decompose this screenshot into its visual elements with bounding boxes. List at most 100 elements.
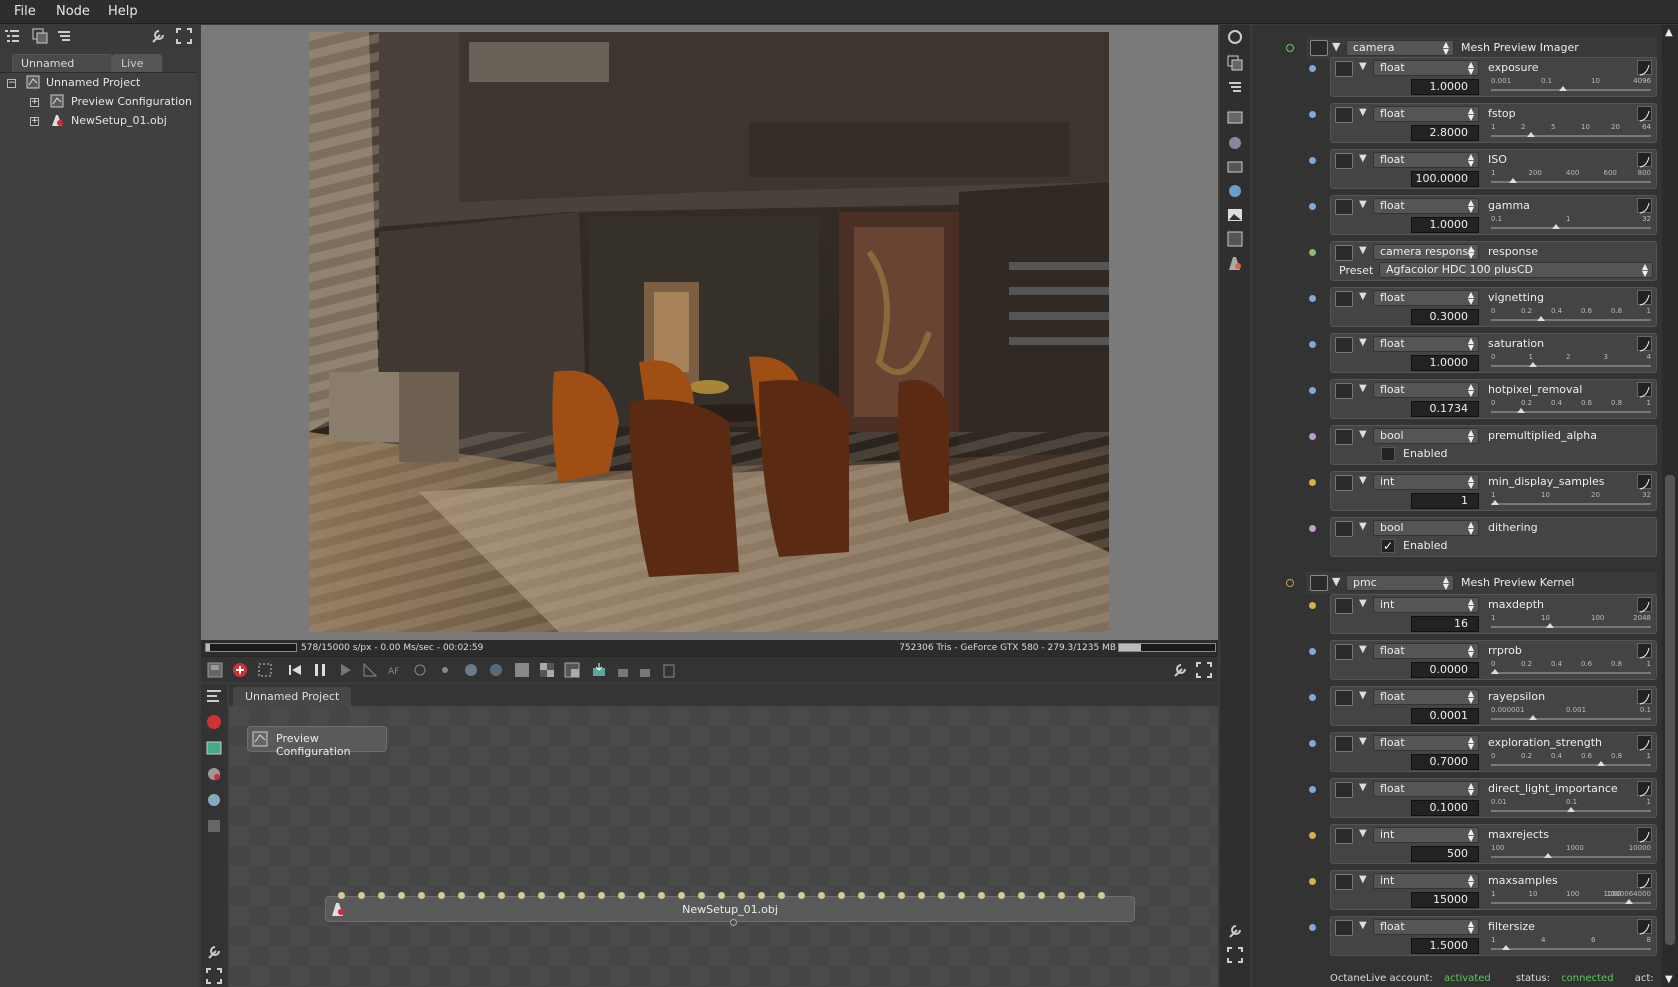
node-input-pin[interactable] (958, 892, 965, 899)
param-type-icon[interactable] (1335, 598, 1353, 614)
param-type-select[interactable]: int ▲ ▼ (1373, 827, 1479, 843)
collapse-triangle-icon[interactable]: ▼ (1359, 828, 1367, 839)
node-input-pin[interactable] (458, 892, 465, 899)
param-type-select[interactable]: float ▲ ▼ (1373, 106, 1479, 122)
node-input-pin[interactable] (858, 892, 865, 899)
collapse-triangle-icon[interactable]: ▼ (1359, 199, 1367, 210)
param-pin[interactable] (1309, 341, 1316, 348)
slider-knob[interactable] (1559, 86, 1568, 91)
node-input-pin[interactable] (498, 892, 505, 899)
group-header-kernel[interactable]: ▼ pmc ▲ ▼ Mesh Preview Kernel (1286, 572, 1657, 594)
collapse-toggle[interactable]: − (7, 79, 16, 88)
node-graph-canvas[interactable]: Preview Configuration NewSetup_01.obj (229, 706, 1218, 987)
param-slider[interactable]: 0 0.2 0.4 0.6 0.8 1 (1491, 752, 1651, 770)
collapse-triangle-icon[interactable]: ▼ (1359, 429, 1367, 440)
param-pin[interactable] (1309, 295, 1316, 302)
param-type-icon[interactable] (1335, 920, 1353, 936)
node-input-pin[interactable] (1038, 892, 1045, 899)
checker-icon[interactable] (539, 662, 555, 678)
geometry-node-icon[interactable] (206, 818, 222, 834)
node-list-icon[interactable] (206, 688, 222, 704)
pause-icon[interactable] (312, 662, 328, 678)
node-input-pin[interactable] (478, 892, 485, 899)
curve-icon[interactable] (1637, 781, 1652, 797)
collapse-triangle-icon[interactable]: ▼ (1359, 153, 1367, 164)
slider-knob[interactable] (1527, 132, 1536, 137)
node-input-pin[interactable] (1058, 892, 1065, 899)
node-input-pin[interactable] (718, 892, 725, 899)
node-input-pin[interactable] (418, 892, 425, 899)
menu-help[interactable]: Help (108, 4, 138, 19)
param-value-field[interactable]: 0.0001 (1411, 708, 1479, 724)
inspector-sky-icon[interactable] (1227, 183, 1243, 199)
param-slider[interactable]: 1 10 20 32 (1491, 491, 1651, 509)
grid-icon[interactable] (514, 662, 530, 678)
inspector-mesh-icon[interactable] (1227, 255, 1243, 271)
inspector-imager-icon[interactable] (1227, 159, 1243, 175)
curve-icon[interactable] (1637, 643, 1652, 659)
texture-node-icon[interactable] (206, 792, 222, 808)
param-pin[interactable] (1309, 525, 1316, 532)
curve-icon[interactable] (1637, 827, 1652, 843)
collapse-triangle-icon[interactable]: ▼ (1359, 598, 1367, 609)
tab-node-graph-project[interactable]: Unnamed Project (233, 687, 352, 706)
node-input-pin[interactable] (738, 892, 745, 899)
node-input-pin[interactable] (438, 892, 445, 899)
param-slider[interactable]: 0.1 1 32 (1491, 215, 1651, 233)
param-pin[interactable] (1309, 387, 1316, 394)
param-pin[interactable] (1309, 740, 1316, 747)
wrench-icon[interactable] (150, 28, 166, 44)
node-input-pin[interactable] (618, 892, 625, 899)
param-type-icon[interactable] (1335, 644, 1353, 660)
inspector-image-icon[interactable] (1227, 207, 1243, 223)
node-input-pin[interactable] (878, 892, 885, 899)
collapse-triangle-icon[interactable]: ▼ (1359, 107, 1367, 118)
param-slider[interactable]: 1 200 400 600 800 (1491, 169, 1651, 187)
param-pin[interactable] (1309, 111, 1316, 118)
node-input-pin[interactable] (338, 892, 345, 899)
curve-icon[interactable] (1637, 336, 1652, 352)
decal-icon[interactable] (637, 662, 653, 678)
collapse-triangle-icon[interactable]: ▼ (1332, 575, 1340, 588)
camera-orbit-icon[interactable] (412, 662, 428, 678)
curve-icon[interactable] (1637, 597, 1652, 613)
node-input-pin[interactable] (998, 892, 1005, 899)
node-input-pin[interactable] (398, 892, 405, 899)
param-slider[interactable]: 0 0.2 0.4 0.6 0.8 1 (1491, 307, 1651, 325)
param-value-field[interactable]: 1.5000 (1411, 938, 1479, 954)
slider-knob[interactable] (1491, 500, 1499, 505)
param-value-field[interactable]: 15000 (1411, 892, 1479, 908)
param-type-icon[interactable] (1335, 61, 1353, 77)
menu-node[interactable]: Node (56, 4, 90, 19)
export-icon[interactable] (591, 662, 607, 678)
tree-root[interactable]: Unnamed Project (26, 74, 140, 92)
scroll-up-icon[interactable]: ▲ (1665, 27, 1673, 38)
collapse-triangle-icon[interactable]: ▼ (1359, 245, 1367, 256)
node-input-pin[interactable] (798, 892, 805, 899)
inspector-scrollbar[interactable]: ▲ ▼ (1662, 25, 1678, 987)
node-input-pin[interactable] (838, 892, 845, 899)
collapse-triangle-icon[interactable]: ▼ (1359, 644, 1367, 655)
material-picker-icon[interactable] (463, 662, 479, 678)
param-type-select[interactable]: float ▲ ▼ (1373, 152, 1479, 168)
param-pin[interactable] (1309, 648, 1316, 655)
node-mesh[interactable]: NewSetup_01.obj (325, 892, 1135, 926)
collapse-triangle-icon[interactable]: ▼ (1359, 782, 1367, 793)
slider-knob[interactable] (1536, 316, 1545, 321)
param-type-select[interactable]: float ▲ ▼ (1373, 198, 1479, 214)
clay-mode-icon[interactable] (661, 662, 677, 678)
collapse-triangle-icon[interactable]: ▼ (1359, 383, 1367, 394)
curve-icon[interactable] (1637, 689, 1652, 705)
param-pin[interactable] (1309, 602, 1316, 609)
tab-live-db[interactable]: Live DB (112, 54, 162, 88)
viewport-wrench-icon[interactable] (1172, 662, 1188, 678)
curve-icon[interactable] (1637, 735, 1652, 751)
param-type-icon[interactable] (1335, 429, 1353, 445)
collapse-triangle-icon[interactable]: ▼ (1359, 61, 1367, 72)
param-type-select[interactable]: camera response ▲ ▼ (1373, 244, 1479, 260)
graph-maximize-icon[interactable] (206, 968, 222, 984)
play-icon[interactable] (337, 662, 353, 678)
param-slider[interactable]: 0.000001 0.001 0.1 (1491, 706, 1651, 724)
curve-icon[interactable] (1637, 152, 1652, 168)
slider-knob[interactable] (1501, 945, 1510, 950)
